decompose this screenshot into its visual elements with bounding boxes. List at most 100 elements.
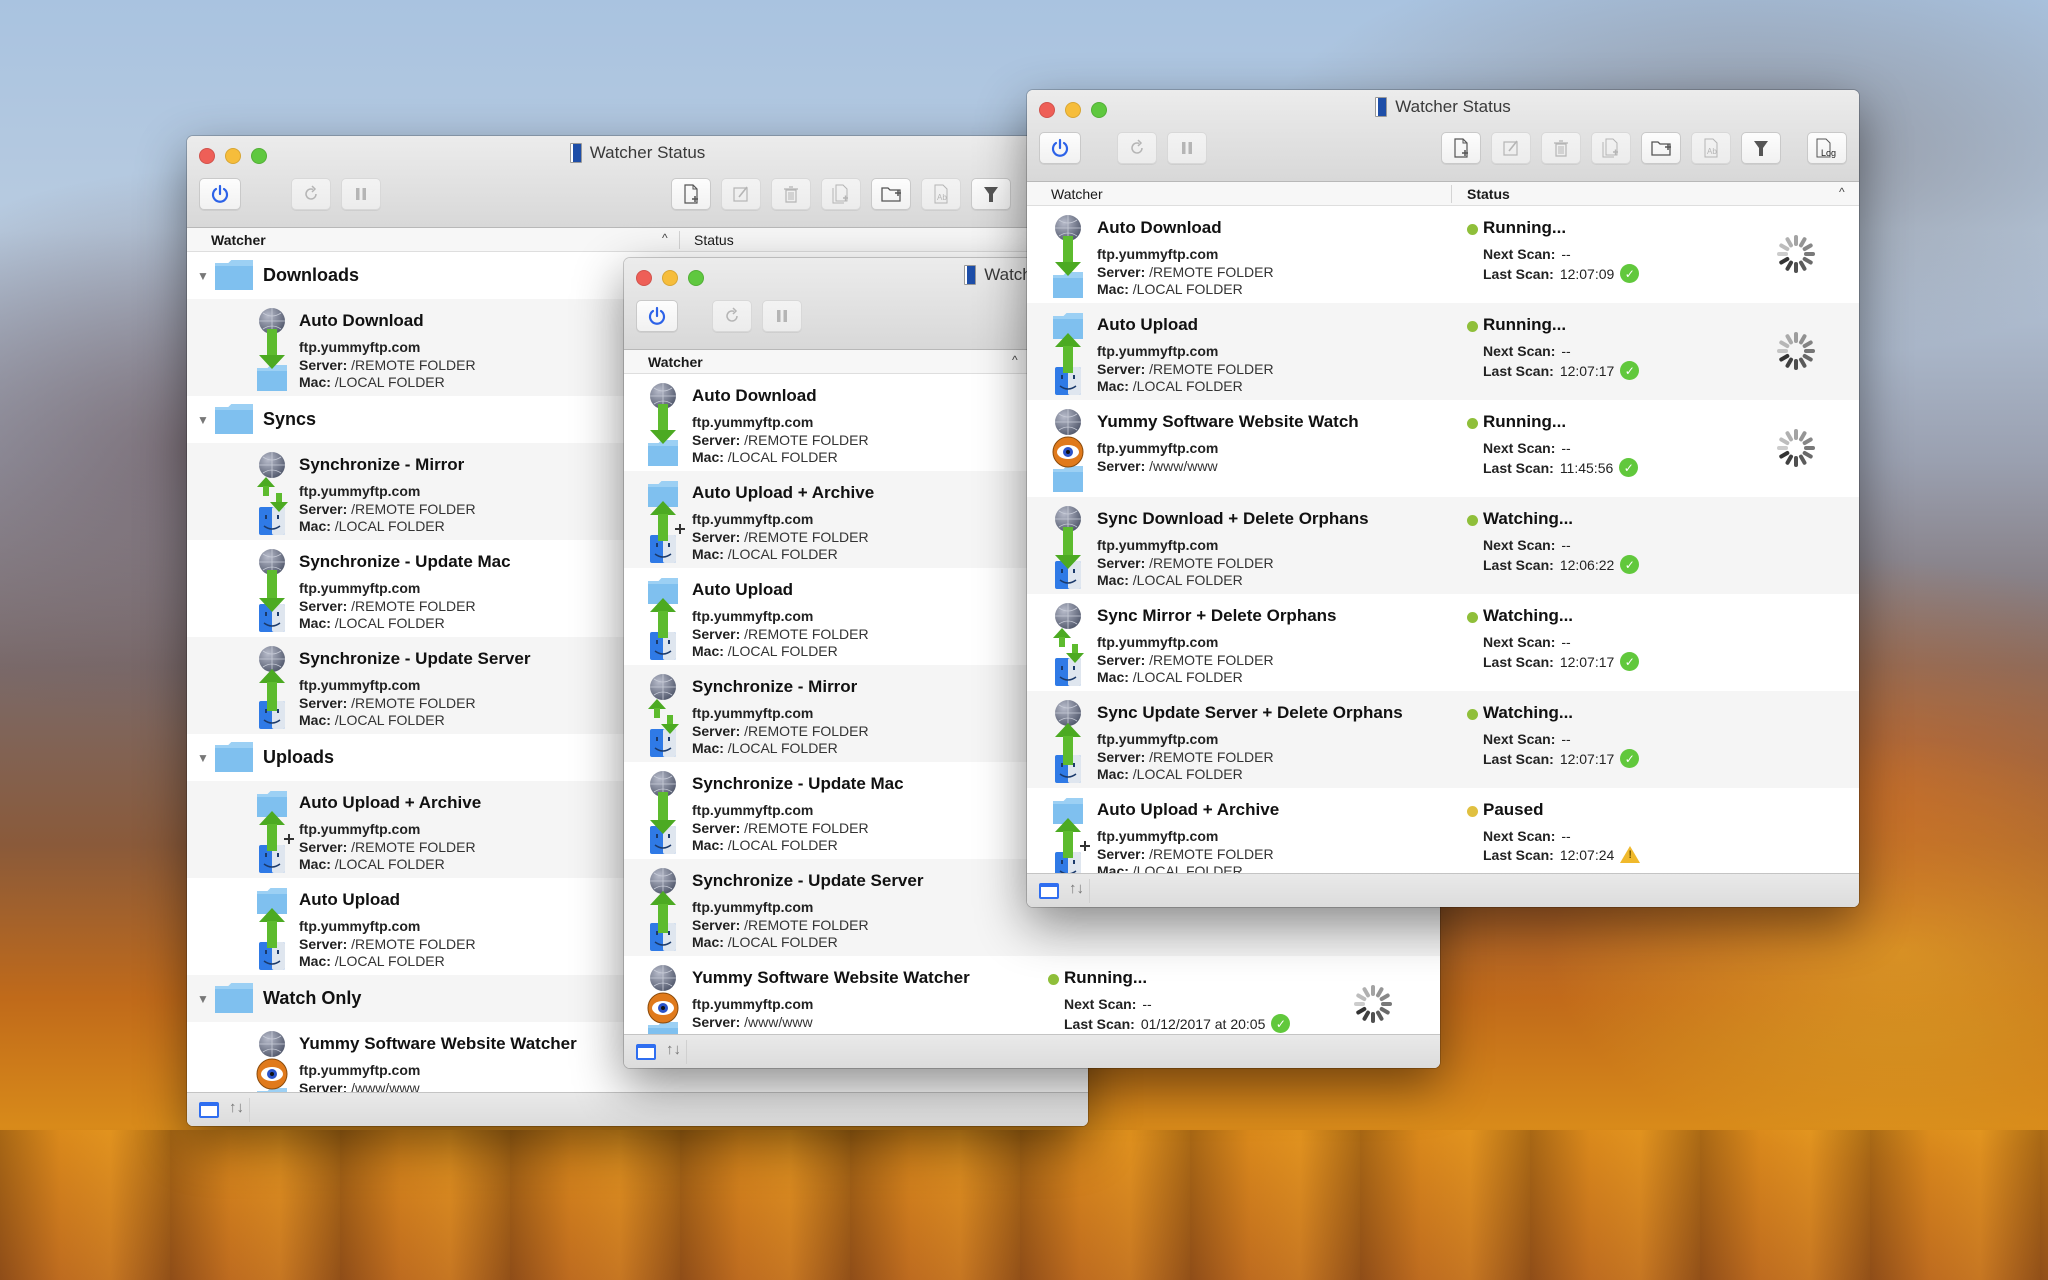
- edit-button[interactable]: [721, 178, 761, 210]
- pause-button[interactable]: [341, 178, 381, 210]
- column-status[interactable]: Status: [1467, 186, 1510, 202]
- mac-path: /LOCAL FOLDER: [334, 374, 445, 390]
- refresh-button[interactable]: [712, 300, 752, 332]
- watcher-row[interactable]: Auto Upload + Archive ftp.yummyftp.com S…: [1027, 788, 1859, 885]
- group-label: Syncs: [263, 409, 317, 429]
- group-folder-icon: [215, 742, 253, 772]
- next-scan-value: --: [1561, 634, 1571, 650]
- window-toggle-icon[interactable]: [636, 1044, 656, 1060]
- new-watcher-button[interactable]: [1441, 132, 1481, 164]
- sort-caret-icon[interactable]: ^: [1839, 185, 1845, 199]
- trash-icon: [781, 184, 801, 204]
- warning-icon[interactable]: [1620, 846, 1641, 863]
- new-group-button[interactable]: [1641, 132, 1681, 164]
- server-label: Server:: [299, 357, 348, 373]
- server-path-line: Server: /REMOTE FOLDER: [692, 626, 869, 642]
- server-path: /REMOTE FOLDER: [351, 357, 476, 373]
- delete-button[interactable]: [1541, 132, 1581, 164]
- sort-order-icon[interactable]: ↑↓: [229, 1099, 244, 1116]
- watcher-type-icon-mirror: [1051, 602, 1085, 686]
- titlebar[interactable]: Watcher Status Ab Log: [1027, 90, 1859, 182]
- mac-path-line: Mac: /LOCAL FOLDER: [1097, 281, 1243, 297]
- watcher-row[interactable]: Yummy Software Website Watch ftp.yummyft…: [1027, 400, 1859, 497]
- sort-caret-icon[interactable]: ^: [662, 231, 668, 245]
- watcher-host: ftp.yummyftp.com: [299, 339, 421, 355]
- pause-button[interactable]: [1167, 132, 1207, 164]
- watcher-row[interactable]: Auto Download ftp.yummyftp.com Server: /…: [1027, 206, 1859, 303]
- column-watcher[interactable]: Watcher: [648, 354, 703, 370]
- window-toggle-icon[interactable]: [199, 1102, 219, 1118]
- watcher-type-icon-sync-down: [646, 770, 680, 854]
- last-scan-value: 12:07:17: [1559, 653, 1615, 670]
- column-watcher[interactable]: Watcher: [211, 232, 266, 248]
- server-path: /REMOTE FOLDER: [744, 917, 869, 933]
- column-watcher[interactable]: Watcher: [1051, 186, 1103, 202]
- watcher-row[interactable]: Sync Download + Delete Orphans ftp.yummy…: [1027, 497, 1859, 594]
- watcher-type-icon-sync-down: [255, 548, 289, 632]
- last-scan-label: Last Scan:: [1483, 750, 1554, 767]
- pause-button[interactable]: [762, 300, 802, 332]
- svg-text:Ab: Ab: [1707, 147, 1717, 156]
- server-label: Server:: [1097, 361, 1146, 377]
- window-toggle-icon[interactable]: [1039, 883, 1059, 899]
- server-path: /REMOTE FOLDER: [744, 820, 869, 836]
- power-button[interactable]: [199, 178, 241, 210]
- next-scan-line: Next Scan: --: [1483, 343, 1571, 359]
- server-label: Server:: [1097, 846, 1146, 862]
- last-scan-value: 01/12/2017 at 20:05: [1140, 1015, 1266, 1032]
- mac-label: Mac:: [692, 449, 724, 465]
- duplicate-button[interactable]: [821, 178, 861, 210]
- watcher-type-icon-upload: [1051, 311, 1085, 395]
- duplicate-button[interactable]: [1591, 132, 1631, 164]
- server-path-line: Server: /REMOTE FOLDER: [692, 529, 869, 545]
- disclosure-triangle-icon[interactable]: ▼: [197, 269, 209, 283]
- refresh-button[interactable]: [1117, 132, 1157, 164]
- server-label: Server:: [299, 839, 348, 855]
- sort-order-icon[interactable]: ↑↓: [1069, 880, 1084, 897]
- status-label: Running...: [1064, 968, 1148, 987]
- activity-spinner-icon: [1352, 983, 1394, 1025]
- watcher-host: ftp.yummyftp.com: [1097, 634, 1219, 650]
- status-indicator-dot: [1467, 418, 1478, 429]
- new-watcher-button[interactable]: [671, 178, 711, 210]
- bottom-bar: ↑↓: [1027, 873, 1859, 907]
- last-scan-line: Last Scan: 12:07:17 ✓: [1483, 361, 1640, 380]
- sort-caret-icon[interactable]: ^: [1012, 353, 1018, 367]
- filter-button[interactable]: [1741, 132, 1781, 164]
- app-icon: [1375, 97, 1388, 117]
- server-path-line: Server: /REMOTE FOLDER: [1097, 846, 1274, 862]
- server-label: Server:: [1097, 749, 1146, 765]
- filter-button[interactable]: [971, 178, 1011, 210]
- mac-path: /LOCAL FOLDER: [334, 856, 445, 872]
- watcher-row[interactable]: Sync Update Server + Delete Orphans ftp.…: [1027, 691, 1859, 788]
- next-scan-label: Next Scan:: [1483, 440, 1556, 456]
- rename-button[interactable]: Ab: [1691, 132, 1731, 164]
- disclosure-triangle-icon[interactable]: ▼: [197, 413, 209, 427]
- watcher-row[interactable]: Sync Mirror + Delete Orphans ftp.yummyft…: [1027, 594, 1859, 691]
- log-button[interactable]: Log: [1807, 132, 1847, 164]
- delete-button[interactable]: [771, 178, 811, 210]
- watcher-type-icon-upload-archive: [255, 789, 294, 873]
- column-status[interactable]: Status: [694, 232, 734, 248]
- edit-button[interactable]: [1491, 132, 1531, 164]
- disclosure-triangle-icon[interactable]: ▼: [197, 751, 209, 765]
- disclosure-triangle-icon[interactable]: ▼: [197, 992, 209, 1006]
- power-button[interactable]: [1039, 132, 1081, 164]
- server-label: Server:: [692, 820, 741, 836]
- new-group-button[interactable]: [871, 178, 911, 210]
- power-button[interactable]: [636, 300, 678, 332]
- next-scan-label: Next Scan:: [1483, 731, 1556, 747]
- titlebar[interactable]: Watcher Status Ab: [187, 136, 1088, 228]
- rename-button[interactable]: Ab: [921, 178, 961, 210]
- watcher-row[interactable]: Auto Upload ftp.yummyftp.com Server: /RE…: [1027, 303, 1859, 400]
- pause-icon: [772, 306, 792, 326]
- pause-icon: [351, 184, 371, 204]
- mac-path: /LOCAL FOLDER: [1132, 766, 1243, 782]
- server-path-line: Server: /REMOTE FOLDER: [1097, 264, 1274, 280]
- sort-order-icon[interactable]: ↑↓: [666, 1041, 681, 1058]
- refresh-button[interactable]: [291, 178, 331, 210]
- column-divider[interactable]: [679, 231, 680, 249]
- watcher-type-icon-download: [1051, 214, 1085, 298]
- column-divider[interactable]: [1451, 185, 1452, 203]
- mac-path-line: Mac: /LOCAL FOLDER: [692, 837, 838, 853]
